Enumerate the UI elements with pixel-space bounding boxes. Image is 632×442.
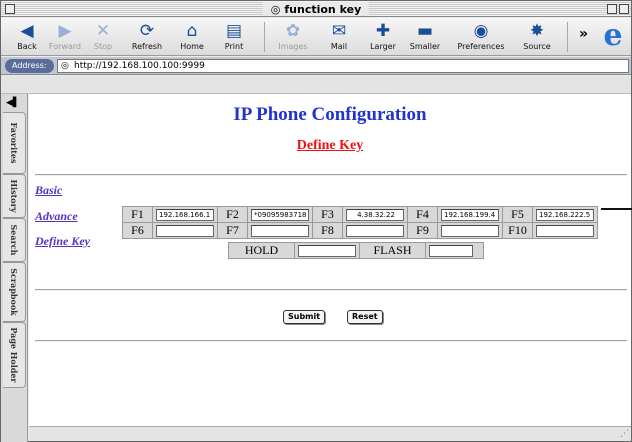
key-field-f2[interactable]: *09095983718 <box>251 208 309 221</box>
resize-grip-icon[interactable]: ⋰ <box>620 429 629 439</box>
images-button[interactable]: ✿ Images <box>269 20 317 51</box>
key-field-f3[interactable]: 4.38.32.22 <box>346 208 404 221</box>
toolbar: ◀ Back ▶ Forward ✕ Stop ⟳ Refresh ⌂ Home ▤ Pri… <box>1 18 631 56</box>
globe-icon: ◎ <box>270 2 281 16</box>
table-row: F6 F7 F8 F9 F10 <box>122 222 598 239</box>
address-label: Address: <box>5 59 54 73</box>
nav-link-basic[interactable]: Basic <box>35 183 62 198</box>
key-field-f1[interactable]: 192.168.166.1 <box>156 208 214 221</box>
images-icon: ✿ <box>285 21 301 41</box>
stop-icon: ✕ <box>95 21 111 41</box>
nav-link-define-key[interactable]: Define Key <box>35 234 90 249</box>
key-label-f10: F10 <box>502 222 533 239</box>
window-controls <box>607 4 629 14</box>
source-button[interactable]: ✸ Source <box>513 20 561 51</box>
key-field-f10[interactable] <box>536 224 594 237</box>
flash-label: FLASH <box>359 242 426 259</box>
sidebar-tab-page-holder[interactable]: Page Holder <box>3 322 26 388</box>
sidebar-toggle-icon[interactable]: ◀▌ <box>6 98 20 108</box>
hold-label: HOLD <box>228 242 295 259</box>
key-label-f1: F1 <box>122 206 153 223</box>
collapse-box[interactable] <box>619 4 629 14</box>
mail-icon: ✉ <box>331 21 347 41</box>
key-field-f6[interactable] <box>156 224 214 237</box>
larger-icon: ✚ <box>375 21 391 41</box>
zoom-box[interactable] <box>607 4 617 14</box>
home-icon: ⌂ <box>186 21 198 41</box>
mail-button[interactable]: ✉ Mail <box>315 20 363 51</box>
print-button[interactable]: ▤ Print <box>210 20 258 51</box>
refresh-button[interactable]: ⟳ Refresh <box>123 20 171 51</box>
close-box[interactable] <box>5 4 15 14</box>
smaller-icon: ▬ <box>416 21 434 41</box>
hold-field[interactable] <box>298 244 356 257</box>
cursor-artifact <box>601 208 632 210</box>
divider <box>35 174 627 176</box>
function-key-table: F1 192.168.166.1 F2 *09095983718 F3 4.38… <box>122 206 598 239</box>
divider <box>35 340 627 342</box>
key-field-f7[interactable] <box>251 224 309 237</box>
refresh-icon: ⟳ <box>139 21 155 41</box>
key-label-f6: F6 <box>122 222 153 239</box>
smaller-button[interactable]: ▬ Smaller <box>401 20 449 51</box>
print-icon: ▤ <box>225 21 243 41</box>
status-bar: ⋰ <box>29 426 631 441</box>
overflow-chevron-icon[interactable]: » <box>579 26 588 42</box>
address-bar: Address: ◎ http://192.168.100.100:9999 <box>1 57 631 75</box>
window-title: ◎ function key <box>262 2 370 16</box>
sidebar-tab-favorites[interactable]: Favorites <box>3 112 26 174</box>
page-content: IP Phone Configuration Define Key Basic … <box>29 94 631 426</box>
toolbar-separator <box>567 22 568 52</box>
favorites-bar <box>1 76 631 94</box>
key-label-f4: F4 <box>407 206 438 223</box>
key-field-f4[interactable]: 192.168.199.4 <box>441 208 499 221</box>
stop-button[interactable]: ✕ Stop <box>79 20 127 51</box>
table-row: HOLD FLASH <box>228 242 484 259</box>
key-field-f9[interactable] <box>441 224 499 237</box>
key-label-f3: F3 <box>312 206 343 223</box>
larger-button[interactable]: ✚ Larger <box>359 20 407 51</box>
sidebar-tab-search[interactable]: Search <box>3 218 26 262</box>
divider <box>35 289 627 291</box>
submit-button[interactable]: Submit <box>283 310 326 324</box>
page-title: IP Phone Configuration <box>233 104 427 125</box>
nav-link-advance[interactable]: Advance <box>35 209 78 224</box>
key-label-f8: F8 <box>312 222 343 239</box>
toolbar-separator <box>264 22 265 52</box>
key-field-f5[interactable]: 192.168.222.5 <box>536 208 594 221</box>
globe-icon: ◎ <box>61 61 69 71</box>
table-row: F1 192.168.166.1 F2 *09095983718 F3 4.38… <box>122 206 598 223</box>
browser-window: ◎ function key ◀ Back ▶ Forward ✕ Stop ⟳ Ref… <box>0 0 632 442</box>
flash-field[interactable] <box>429 244 473 257</box>
browser-logo-icon: e <box>603 18 623 53</box>
explorer-sidebar: ◀▌ Favorites History Search Scrapbook Pa… <box>1 94 28 442</box>
key-label-f5: F5 <box>502 206 533 223</box>
preferences-icon: ◉ <box>473 21 489 41</box>
sidebar-tab-scrapbook[interactable]: Scrapbook <box>3 262 26 322</box>
key-label-f7: F7 <box>217 222 248 239</box>
key-field-f8[interactable] <box>346 224 404 237</box>
preferences-button[interactable]: ◉ Preferences <box>449 20 513 51</box>
address-field[interactable]: ◎ http://192.168.100.100:9999 <box>57 59 629 73</box>
source-icon: ✸ <box>529 21 545 41</box>
reset-button[interactable]: Reset <box>347 310 383 324</box>
hold-flash-table: HOLD FLASH <box>228 242 484 259</box>
key-label-f9: F9 <box>407 222 438 239</box>
sidebar-tab-history[interactable]: History <box>3 174 26 218</box>
home-button[interactable]: ⌂ Home <box>168 20 216 51</box>
key-label-f2: F2 <box>217 206 248 223</box>
title-bar[interactable]: ◎ function key <box>1 1 631 17</box>
page-subtitle: Define Key <box>296 138 364 153</box>
